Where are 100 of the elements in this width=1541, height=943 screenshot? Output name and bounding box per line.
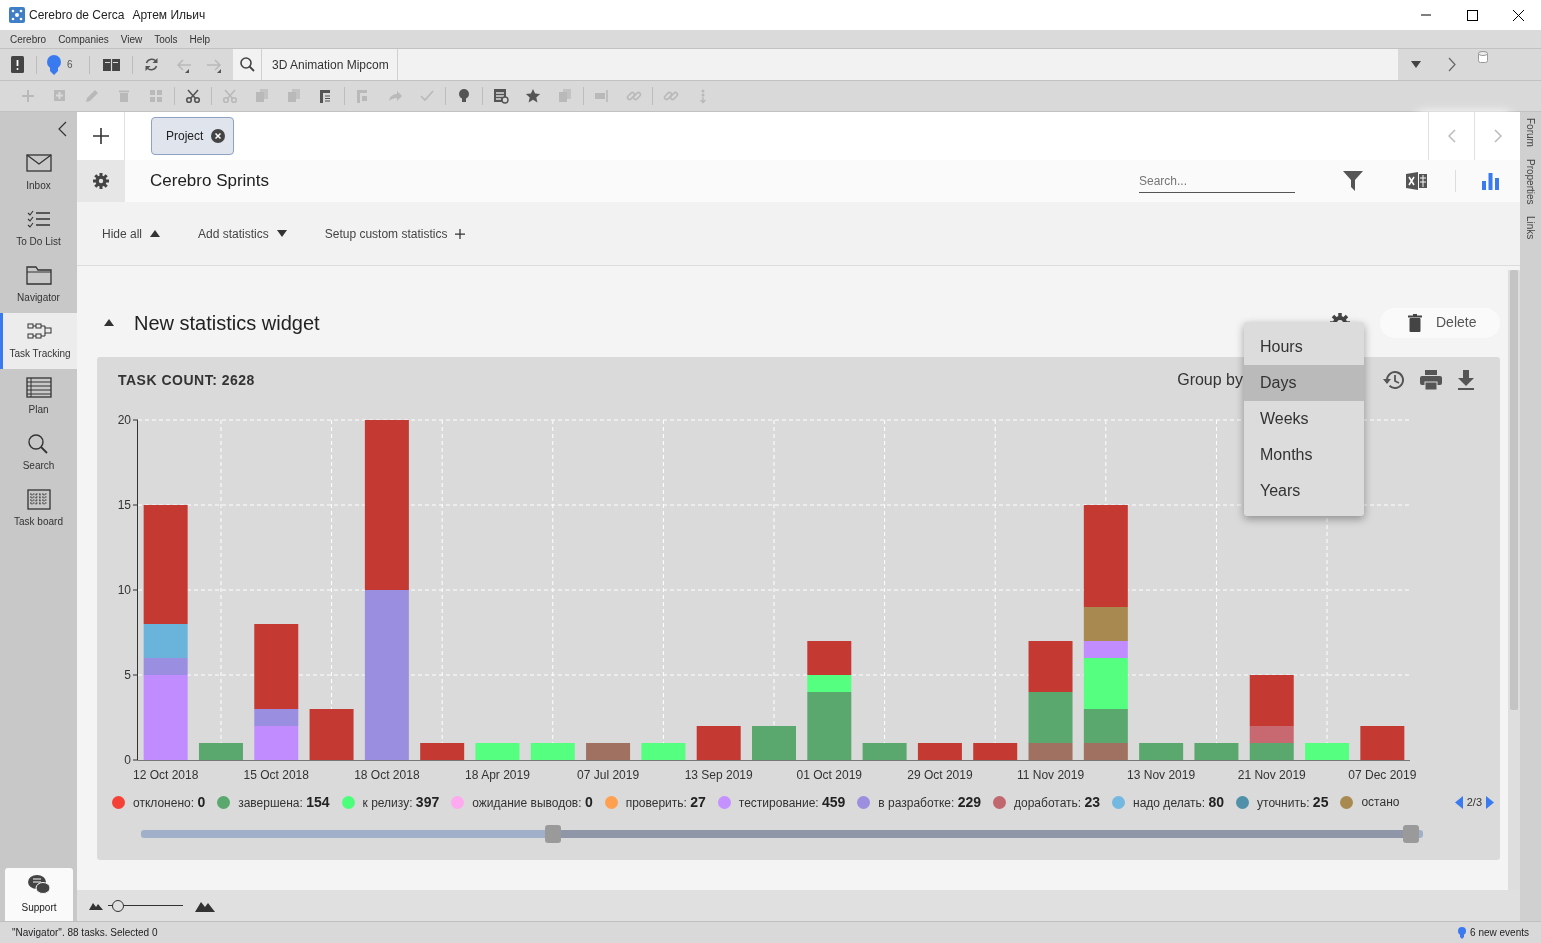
menu-option[interactable]: Days (1244, 365, 1364, 401)
zoom-slider[interactable] (108, 899, 183, 912)
bar-segment (309, 709, 354, 760)
events-link[interactable]: 6 new events (1470, 925, 1529, 940)
legend-label[interactable]: проверить: 27 (625, 791, 706, 813)
bar-segment (1139, 743, 1184, 760)
support-button[interactable]: Support (5, 868, 73, 921)
refresh-icon[interactable] (143, 57, 159, 72)
maximize-icon[interactable] (1466, 9, 1478, 21)
legend-label[interactable]: в разработке: 229 (878, 791, 981, 813)
next-page-icon[interactable] (1486, 795, 1494, 809)
download-icon[interactable] (1457, 370, 1475, 390)
bar-chart-icon[interactable] (1482, 173, 1499, 191)
collapse-icon[interactable] (104, 319, 114, 326)
sidebar-item[interactable]: Inbox (0, 145, 77, 201)
menu-item[interactable]: View (114, 31, 149, 47)
side-tab[interactable]: Forum (1523, 118, 1538, 147)
previous-page-icon[interactable] (1454, 795, 1463, 809)
axis-label: 07 Jul 2019 (577, 768, 640, 782)
bar-segment (530, 743, 575, 760)
dropdown-icon[interactable] (1411, 61, 1421, 68)
filter-icon[interactable] (1343, 171, 1363, 191)
sidebar-item[interactable]: Plan (0, 369, 77, 425)
bar-segment (752, 726, 796, 760)
legend-label[interactable]: к релизу: 397 (362, 791, 440, 813)
sidebar-item[interactable]: Search (0, 425, 77, 481)
trash-icon (1408, 313, 1422, 332)
menu-option[interactable]: Hours (1244, 329, 1364, 365)
bar-segment (1028, 641, 1073, 692)
bar-segment (973, 743, 1018, 760)
menu-item[interactable]: Cerebro (4, 31, 53, 47)
side-tab[interactable]: Links (1523, 216, 1538, 240)
alert-book-icon[interactable] (10, 56, 24, 73)
sidebar-item[interactable]: Navigator (0, 257, 77, 313)
legend-label[interactable]: тестирование: 459 (738, 791, 846, 813)
legend-label[interactable]: надо делать: 80 (1133, 791, 1225, 813)
menu-option[interactable]: Months (1244, 437, 1364, 473)
notification-count: 6 (67, 58, 73, 72)
axis-label: 0 (124, 753, 131, 767)
search-field[interactable]: Search... (1139, 169, 1295, 193)
collapse-button[interactable]: Hide all (102, 224, 161, 243)
next-icon[interactable] (1448, 57, 1456, 72)
chat-icon (27, 874, 51, 896)
scissors-icon[interactable] (185, 88, 201, 104)
widget-title: New statistics widget (134, 310, 320, 336)
bulb-icon[interactable] (456, 88, 472, 104)
legend-label[interactable]: доработать: 23 (1014, 791, 1101, 813)
menu-option[interactable]: Weeks (1244, 401, 1364, 437)
sidebar-item[interactable]: Task board (0, 481, 77, 537)
user-name: Артем Ильич (132, 7, 206, 24)
legend-label[interactable]: завершена: 154 (238, 791, 330, 813)
sidebar-item[interactable]: To Do List (0, 201, 77, 257)
list-icon (25, 377, 52, 398)
flowchart-icon (27, 321, 53, 342)
bulb-icon[interactable] (47, 54, 61, 75)
plus-icon (455, 227, 466, 240)
close-icon[interactable] (211, 129, 226, 143)
dropdown-button[interactable]: Add statistics (198, 224, 287, 243)
legend-label[interactable]: ожидание выводов: 0 (472, 791, 593, 813)
address-path[interactable]: 3D Animation Mipcom (261, 49, 398, 80)
legend-label[interactable]: остано (1361, 793, 1400, 811)
bulb-icon[interactable] (1458, 926, 1467, 939)
report-icon[interactable] (493, 88, 509, 104)
menu-item[interactable]: Tools (148, 31, 184, 47)
axis-label: 01 Oct 2019 (796, 768, 862, 782)
menu-option[interactable]: Years (1244, 473, 1364, 509)
collapse-icon[interactable] (58, 120, 67, 137)
settings-icon[interactable] (93, 173, 109, 189)
legend-label[interactable]: отклонено: 0 (133, 791, 206, 813)
axis-label: 07 Dec 2019 (1348, 768, 1417, 782)
sidebar-item[interactable]: Task Tracking (0, 313, 77, 369)
side-tab[interactable]: Properties (1523, 158, 1538, 205)
bar-segment (475, 743, 520, 760)
chart-navigator[interactable] (141, 824, 1423, 843)
book-icon[interactable] (102, 58, 120, 71)
axis-label: 10 (117, 583, 131, 597)
database-icon[interactable] (1478, 51, 1488, 63)
search-icon[interactable] (239, 57, 255, 72)
star-icon[interactable] (525, 88, 541, 104)
menu-item[interactable]: Companies (52, 31, 115, 47)
delete-button[interactable]: Delete (1380, 307, 1500, 338)
caret-icon (276, 230, 287, 237)
slider-thumb[interactable] (111, 899, 124, 912)
add-tab-icon[interactable] (92, 128, 109, 144)
history-icon[interactable] (1383, 370, 1405, 390)
page-title: Cerebro Sprints (150, 170, 270, 193)
small-mountain-icon[interactable] (89, 901, 103, 910)
add-button[interactable]: Setup custom statistics (324, 224, 466, 243)
menu-item[interactable]: Help (183, 31, 217, 47)
axis-label: 5 (124, 668, 131, 682)
bar-segment (1249, 743, 1294, 760)
close-icon[interactable] (1512, 9, 1524, 21)
envelope-icon (25, 153, 52, 174)
print-icon[interactable] (1420, 370, 1442, 390)
task-count: TASK COUNT: 2628 (118, 370, 255, 390)
large-mountain-icon[interactable] (195, 900, 215, 913)
project-tab[interactable]: Project (151, 117, 235, 155)
excel-icon[interactable] (1406, 172, 1427, 191)
bar-segment (1305, 743, 1350, 760)
legend-label[interactable]: уточнить: 25 (1257, 791, 1329, 813)
